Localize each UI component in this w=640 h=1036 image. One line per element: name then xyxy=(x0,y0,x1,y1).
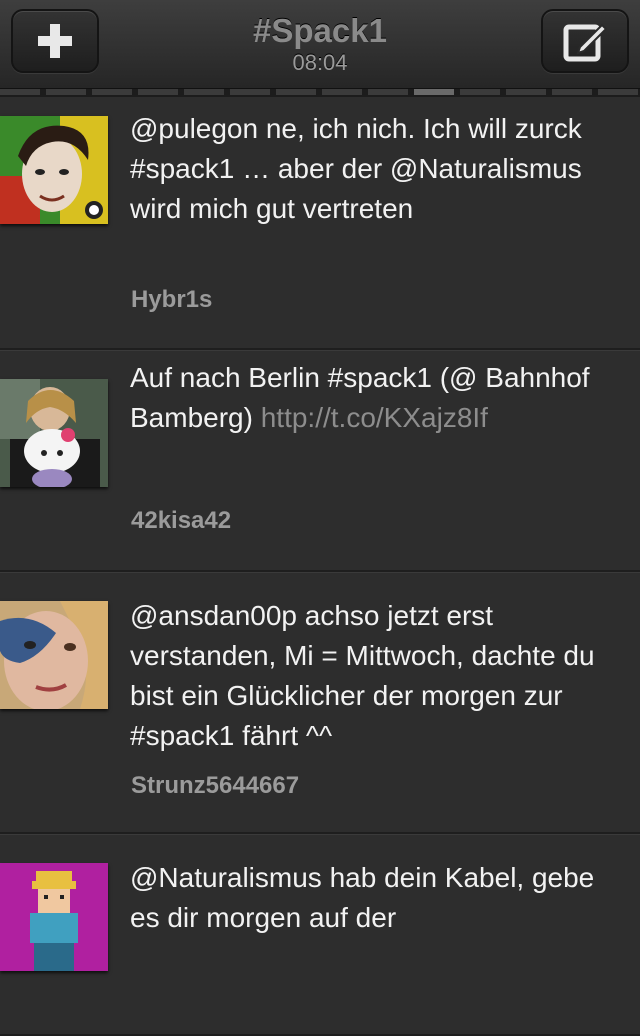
page-title: #Spack1 xyxy=(253,12,387,49)
tweet-text: Auf nach Berlin #spack1 (@ Bahnhof Bambe… xyxy=(130,358,625,438)
page-dot xyxy=(368,89,408,95)
tweet-item[interactable]: @ansdan00p achso jetzt erst verstanden, … xyxy=(0,572,640,834)
page-dot xyxy=(184,89,224,95)
page-dot-active xyxy=(414,89,454,95)
page-dot xyxy=(230,89,270,95)
page-dot xyxy=(460,89,500,95)
page-dot xyxy=(552,89,592,95)
tweet-item[interactable]: @Naturalismus hab dein Kabel, gebe es di… xyxy=(0,834,640,1036)
page-dot xyxy=(276,89,316,95)
avatar[interactable] xyxy=(0,601,108,709)
tweet-list: @pulegon ne, ich nich. Ich will zurck #s… xyxy=(0,97,640,1036)
page-dot xyxy=(506,89,546,95)
compose-icon xyxy=(563,23,608,62)
tweet-item[interactable]: @pulegon ne, ich nich. Ich will zurck #s… xyxy=(0,97,640,350)
status-time: 08:04 xyxy=(292,50,348,75)
tweet-item[interactable]: Auf nach Berlin #spack1 (@ Bahnhof Bambe… xyxy=(0,350,640,572)
tweet-username[interactable]: Strunz5644667 xyxy=(131,772,299,800)
avatar[interactable] xyxy=(0,379,108,487)
page-dot xyxy=(92,89,132,95)
nav-bar: #Spack1 08:04 xyxy=(0,0,640,89)
plus-icon xyxy=(38,24,72,58)
page-dot xyxy=(598,89,638,95)
compose-button[interactable] xyxy=(541,9,629,73)
tweet-text: @pulegon ne, ich nich. Ich will zurck #s… xyxy=(130,113,582,224)
tweet-text: @Naturalismus hab dein Kabel, gebe es di… xyxy=(130,862,595,933)
tweet-text: @ansdan00p achso jetzt erst verstanden, … xyxy=(130,600,595,751)
tweet-username[interactable]: 42kisa42 xyxy=(131,507,231,535)
page-indicator xyxy=(0,89,640,97)
tweet-link[interactable]: http://t.co/KXajz8If xyxy=(261,402,488,433)
avatar[interactable] xyxy=(0,863,108,971)
page-dot xyxy=(46,89,86,95)
page-dot xyxy=(138,89,178,95)
add-button[interactable] xyxy=(11,9,99,73)
page-dot xyxy=(0,89,40,95)
page-dot xyxy=(322,89,362,95)
avatar[interactable] xyxy=(0,116,108,224)
tweet-username[interactable]: Hybr1s xyxy=(131,286,212,314)
